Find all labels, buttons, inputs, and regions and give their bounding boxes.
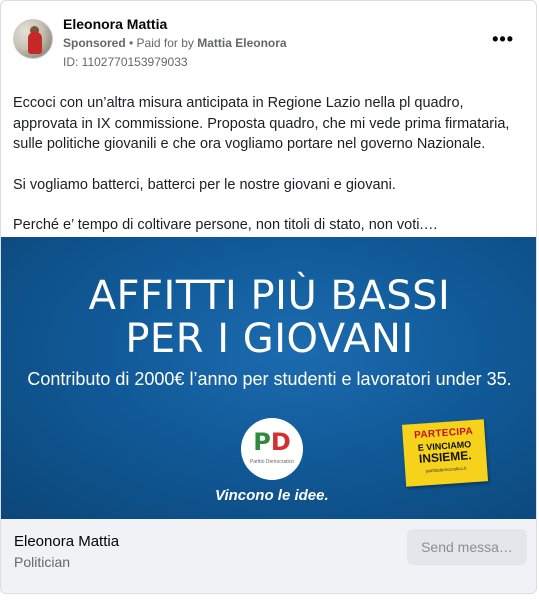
ad-footer: Eleonora Mattia Politician Send messa…	[1, 519, 536, 593]
post-paragraph: Perché e’ tempo di coltivare persone, no…	[13, 217, 439, 233]
headline-line: AFFITTI PIÙ BASSI	[88, 273, 451, 319]
avatar[interactable]	[13, 19, 53, 59]
post-header: Eleonora Mattia Sponsored • Paid for by …	[13, 13, 524, 73]
ad-card: Eleonora Mattia Sponsored • Paid for by …	[0, 0, 537, 594]
ad-image[interactable]: AFFITTI PIÙ BASSI PER I GIOVANI Contribu…	[1, 237, 536, 519]
pd-logo: PD Partito Democratico	[241, 418, 303, 480]
headline-line: PER I GIOVANI	[125, 316, 414, 362]
paid-for-prefix: • Paid for by	[125, 36, 198, 50]
post-paragraph: Si vogliamo batterci, batterci per le no…	[13, 176, 396, 193]
pd-logo-letters: PD	[253, 428, 291, 456]
ad-id: ID: 1102770153979033	[63, 55, 188, 69]
pd-logo-caption: Partito Democratico	[250, 459, 294, 465]
paid-for-name[interactable]: Mattia Eleonora	[197, 36, 286, 50]
send-message-button[interactable]: Send messa…	[407, 529, 527, 565]
sponsor-line: Sponsored • Paid for by Mattia Eleonora	[63, 36, 287, 50]
post-paragraph: Eccoci con un’altra misura anticipata in…	[13, 95, 510, 152]
partecipa-sticker: PARTECIPA E VINCIAMO INSIEME. partitodem…	[401, 419, 489, 487]
sticker-url: partitodemocratico.it	[425, 465, 467, 474]
sponsored-label: Sponsored	[63, 36, 126, 50]
avatar-figure	[28, 32, 42, 54]
post-text: Eccoci con un’altra misura anticipata in…	[13, 93, 528, 236]
footer-page-name[interactable]: Eleonora Mattia	[14, 533, 119, 550]
author-name[interactable]: Eleonora Mattia	[63, 16, 167, 32]
banner-slogan: Vincono le idee.	[215, 487, 329, 504]
more-dots-icon[interactable]: •••	[492, 29, 514, 50]
banner-headline: AFFITTI PIÙ BASSI PER I GIOVANI	[1, 273, 536, 362]
banner-subline: Contributo di 2000€ l’anno per studenti …	[27, 369, 512, 389]
footer-page-category: Politician	[14, 554, 71, 570]
